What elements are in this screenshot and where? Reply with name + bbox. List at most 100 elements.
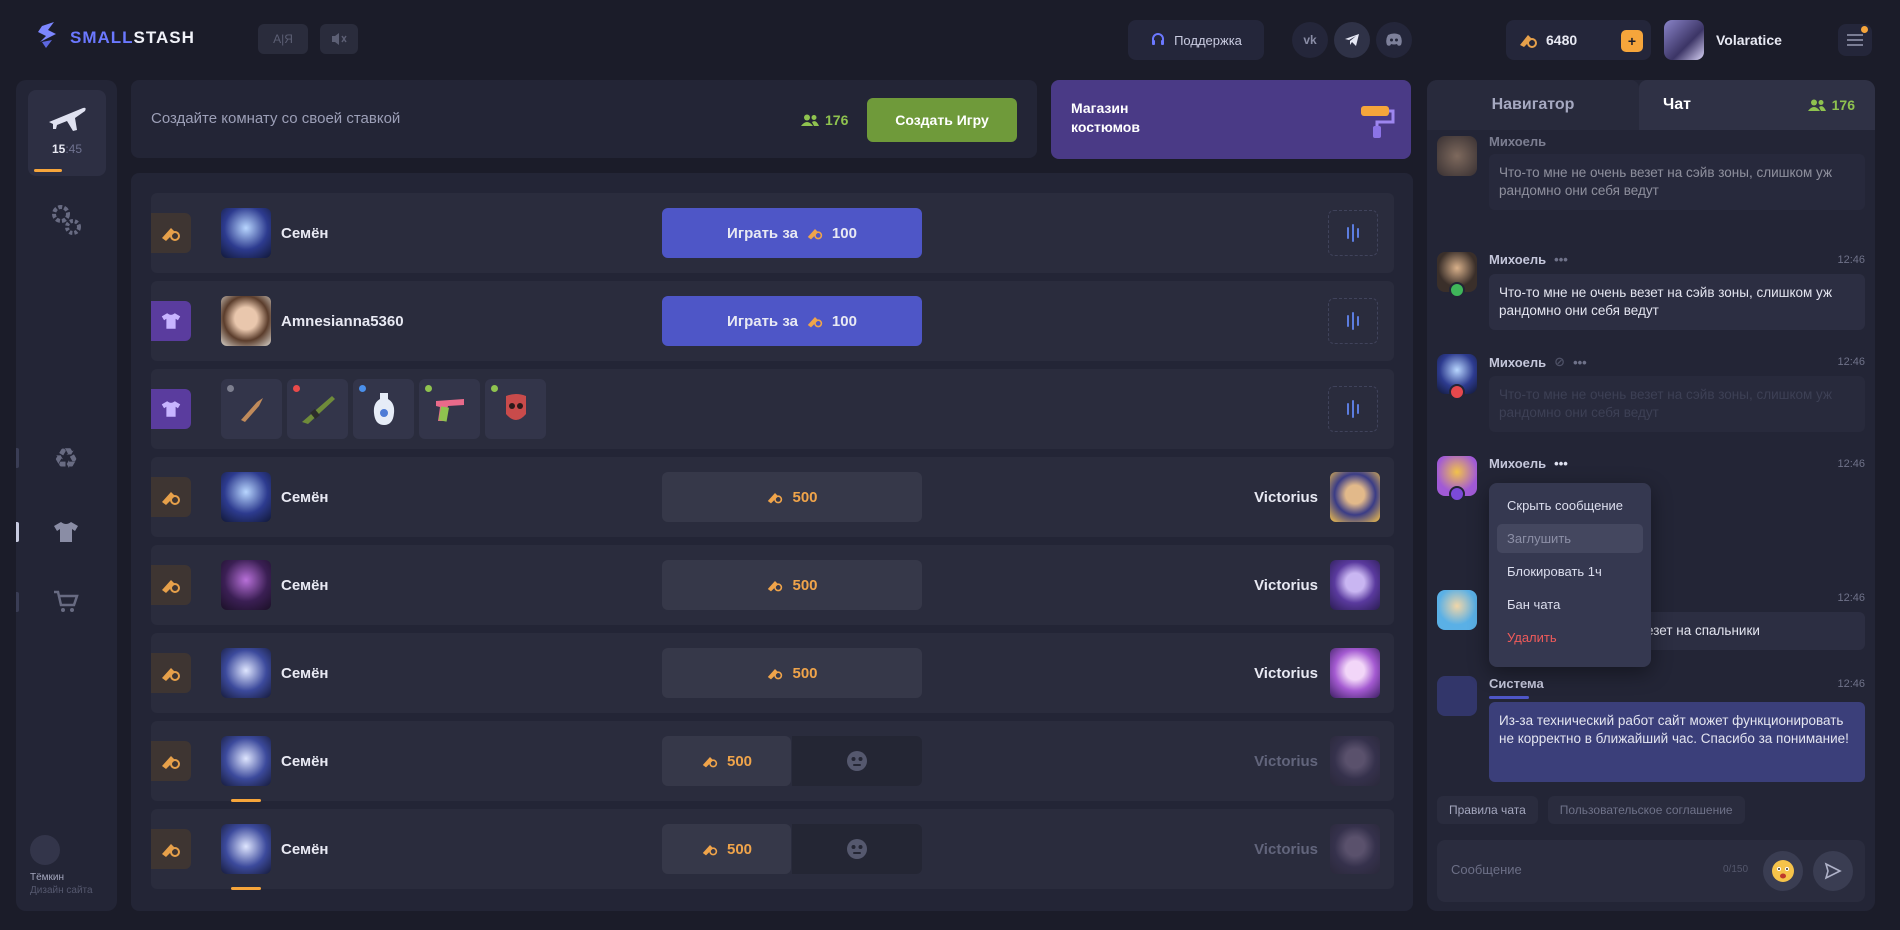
avatar [221,824,271,874]
settings-nav[interactable] [48,202,84,238]
coin-game-tag [151,829,191,869]
message-context-menu: Скрыть сообщение Заглушить Блокировать 1… [1489,483,1651,667]
bet-value[interactable]: 500 [662,648,922,698]
game-row[interactable]: Семён Играть за 100 [151,193,1394,273]
item-slot[interactable] [221,379,282,439]
logo[interactable]: SMALLSTASH [34,20,195,56]
support-label: Поддержка [1174,32,1242,48]
game-status [792,736,922,786]
bet-value[interactable]: 500 [662,472,922,522]
message-input[interactable]: Сообщение 0/150 [1437,840,1865,902]
chat-tabs: Навигатор Чат 176 [1427,80,1875,130]
online-count: 176 [825,112,849,128]
tab-navigator[interactable]: Навигатор [1427,80,1639,130]
coin-icon [162,844,180,857]
games-list: Семён Играть за 100 Amnesianna5360 Играт… [131,173,1413,911]
telegram-link[interactable] [1334,22,1370,58]
shop-nav[interactable] [48,514,84,550]
item-slot[interactable] [419,379,480,439]
timer-progress [34,169,62,172]
item-slot[interactable] [287,379,348,439]
coin-icon [807,229,823,240]
bet-value[interactable]: 500 [662,560,922,610]
bet-value[interactable]: 500 [662,824,791,874]
send-button[interactable] [1813,851,1853,891]
recycle-nav[interactable]: ♻ [48,440,84,476]
menu-item-chat-ban[interactable]: Бан чата [1497,590,1643,619]
game-row[interactable]: Семён 500 Victorius [151,457,1394,537]
user-agreement-link[interactable]: Пользовательское соглашение [1547,796,1745,824]
shop-title-line1: Магазин [1071,100,1129,116]
tab-chat-label: Чат [1663,96,1691,113]
gears-icon [52,205,81,235]
vk-link[interactable]: vk [1292,22,1328,58]
bet-amount: 100 [831,224,857,242]
add-balance-button[interactable]: + [1621,30,1643,52]
user-profile[interactable]: Volaratice [1664,20,1782,60]
online-counter: 176 [801,112,848,128]
item-slot[interactable] [485,379,546,439]
player-name: Amnesianna5360 [281,313,404,330]
more-icon[interactable]: ••• [1554,456,1568,471]
game-row[interactable]: Семён 500 Victorius [151,721,1394,802]
more-icon[interactable]: ••• [1554,252,1568,267]
menu-item-delete[interactable]: Удалить [1497,623,1643,652]
bet-amount: 500 [792,488,818,506]
message-text: Что-то мне не очень везет на сэйв зоны, … [1489,376,1865,432]
timer-value: 15 [51,142,66,156]
tab-chat[interactable]: Чат 176 [1639,80,1875,130]
game-row[interactable]: Семён 500 Victorius [151,809,1394,890]
play-button[interactable]: Играть за 100 [662,296,922,346]
opponent-avatar [1330,560,1380,610]
game-row[interactable]: Amnesianna5360 Играть за 100 [151,281,1394,361]
menu-item-mute[interactable]: Заглушить [1497,524,1643,553]
coin-icon [768,581,783,592]
discord-link[interactable] [1376,22,1412,58]
balance-amount: 6480 [1546,32,1578,48]
menu-item-block-1h[interactable]: Блокировать 1ч [1497,557,1643,586]
char-counter: 0/150 [1723,864,1749,875]
message-text: Что-то мне не очень везет на сэйв зоны, … [1489,274,1865,330]
coin-icon [162,580,180,593]
cart-nav[interactable] [48,584,84,620]
coin-icon [702,757,718,768]
chat-rules-link[interactable]: Правила чата [1437,796,1538,824]
opponent-name: Victorius [1254,665,1318,682]
create-room-bar: Создайте комнату со своей ставкой 176 Со… [131,80,1037,158]
users-icon [801,114,819,126]
more-icon[interactable]: ••• [1573,355,1587,370]
logo-text-stash: STASH [133,28,195,47]
plane-icon [49,107,86,131]
status-badge [1449,384,1465,400]
balance-widget[interactable]: 6480 + [1506,20,1651,60]
message-author: Михоель [1489,456,1547,471]
support-button[interactable]: Поддержка [1128,20,1264,60]
avatar [221,296,271,346]
game-row[interactable] [151,369,1394,449]
create-game-button[interactable]: Создать Игру [867,98,1017,142]
item-slot[interactable] [353,379,414,439]
skin-game-tag [151,301,191,341]
waiting-slot [1328,210,1378,256]
menu-item-hide[interactable]: Скрыть сообщение [1497,491,1643,520]
opponent-name: Victorius [1254,577,1318,594]
language-toggle[interactable]: A|Я [258,24,308,54]
menu-button[interactable] [1838,24,1872,56]
author-credit[interactable]: Тёмкин Дизайн сайта [30,835,93,897]
avatar [1437,590,1477,630]
notification-dot [1861,26,1868,33]
message-time: 12:46 [1837,678,1865,690]
bet-value[interactable]: 500 [662,736,791,786]
player-name: Семён [281,753,329,770]
create-room-hint: Создайте комнату со своей ставкой [151,110,401,127]
timer-card[interactable]: 15:45 [28,90,106,176]
author-role: Дизайн сайта [30,885,93,896]
costume-shop-banner[interactable]: Магазин костюмов [1051,80,1411,159]
game-row[interactable]: Семён 500 Victorius [151,633,1394,713]
game-row[interactable]: Семён 500 Victorius [151,545,1394,625]
sound-toggle[interactable] [320,24,358,54]
emoji-button[interactable] [1763,851,1803,891]
play-button[interactable]: Играть за 100 [662,208,922,258]
opponent-avatar [1330,736,1380,786]
cart-icon [54,590,79,612]
